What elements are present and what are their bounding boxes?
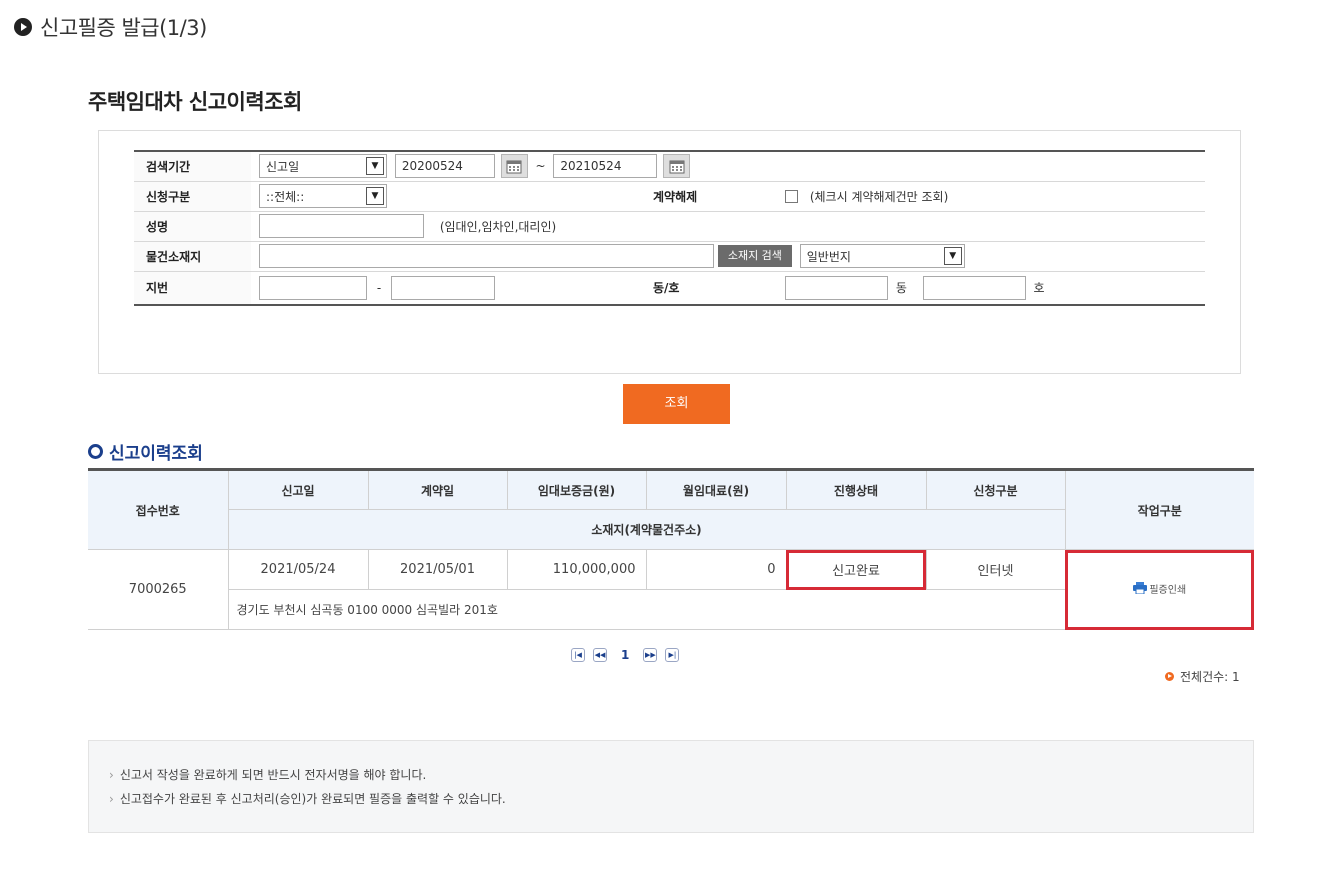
date-type-value: 신고일 xyxy=(266,159,300,174)
search-submit-button[interactable]: 조회 xyxy=(623,384,730,424)
lot-sub-input[interactable] xyxy=(391,275,495,300)
request-type-cell: 인터넷 xyxy=(925,549,1066,590)
request-type-select[interactable]: ::전체:: ▼ xyxy=(259,184,387,208)
lot-main-input[interactable] xyxy=(259,275,367,300)
notice-item: 신고서 작성을 완료하게 되면 반드시 전자서명을 해야 합니다. xyxy=(109,763,1253,787)
name-hint: (임대인,임차인,대리인) xyxy=(439,219,557,234)
report-date-cell: 2021/05/24 xyxy=(227,549,369,590)
receipt-no-header: 접수번호 xyxy=(88,469,229,550)
calendar-icon[interactable] xyxy=(500,154,528,179)
next-page-icon[interactable]: ▶▶ xyxy=(643,648,658,662)
deposit-cell: 110,000,000 xyxy=(506,549,647,590)
page-title: 주택임대차 신고이력조회 xyxy=(88,90,302,114)
date-range-separator: ~ xyxy=(535,159,546,174)
address-type-select[interactable]: 일반번지 ▼ xyxy=(799,244,965,268)
receipt-no-cell: 7000265 xyxy=(88,549,229,630)
name-input[interactable] xyxy=(259,214,424,238)
search-form: 검색기간 신고일 ▼ 20200524 ~ 20210524 신청구분 ::전체… xyxy=(134,150,1205,306)
cancel-only-checkbox[interactable] xyxy=(785,189,798,203)
dong-unit: 동 xyxy=(895,281,907,296)
address-cell: 경기도 부천시 심곡동 0100 0000 심곡빌라 201호 xyxy=(228,589,1065,630)
request-type-label: 신청구분 xyxy=(134,181,251,212)
first-page-icon[interactable]: |◀ xyxy=(571,648,585,662)
results-section-title: 신고이력조회 xyxy=(88,439,203,464)
status-cell: 신고완료 xyxy=(785,549,927,590)
address-type-value: 일반번지 xyxy=(806,249,851,264)
date-to-input[interactable]: 20210524 xyxy=(553,154,658,179)
results-table: 접수번호 신고일 계약일 임대보증금(원) 월임대료(원) 진행상태 신청구분 … xyxy=(88,468,1254,630)
location-search-button[interactable]: 소재지 검색 xyxy=(717,245,792,267)
ho-input[interactable] xyxy=(922,275,1026,300)
print-certificate-label: 필증인쇄 xyxy=(1149,584,1187,596)
notice-item: 신고접수가 완료된 후 신고처리(승인)가 완료되면 필증을 출력할 수 있습니… xyxy=(109,787,1253,811)
results-title-text: 신고이력조회 xyxy=(109,444,203,464)
chevron-down-icon: ▼ xyxy=(943,247,962,265)
notice-box: 신고서 작성을 완료하게 되면 반드시 전자서명을 해야 합니다. 신고접수가 … xyxy=(88,740,1254,833)
period-label: 검색기간 xyxy=(134,151,251,182)
deposit-header: 임대보증금(원) xyxy=(506,469,647,510)
work-type-cell: 필증인쇄 xyxy=(1064,549,1254,630)
step-header: 신고필증 발급(1/3) xyxy=(14,12,207,42)
page-number[interactable]: 1 xyxy=(621,648,629,662)
total-count-text: 전체건수: 1 xyxy=(1180,670,1240,684)
report-date-header: 신고일 xyxy=(227,469,369,510)
lot-label: 지번 xyxy=(134,271,251,306)
monthly-rent-header: 월임대료(원) xyxy=(645,469,787,510)
contract-date-cell: 2021/05/01 xyxy=(367,549,508,590)
step-title: 신고필증 발급(1/3) xyxy=(40,16,207,40)
status-header: 진행상태 xyxy=(785,469,927,510)
ho-unit: 호 xyxy=(1033,281,1045,296)
dong-input[interactable] xyxy=(785,275,888,300)
work-type-header: 작업구분 xyxy=(1064,469,1254,550)
prev-page-icon[interactable]: ◀◀ xyxy=(593,648,607,662)
request-type-value: ::전체:: xyxy=(266,189,305,204)
play-bullet-icon xyxy=(14,18,32,36)
dong-ho-label: 동/호 xyxy=(649,271,777,306)
name-label: 성명 xyxy=(134,211,251,242)
date-from-input[interactable]: 20200524 xyxy=(394,154,495,179)
monthly-rent-cell: 0 xyxy=(645,549,787,590)
date-type-select[interactable]: 신고일 ▼ xyxy=(259,154,387,179)
cancel-label: 계약해제 xyxy=(649,181,777,212)
cancel-checkbox-note: (체크시 계약해제건만 조회) xyxy=(809,189,949,204)
table-row: 7000265 2021/05/24 2021/05/01 110,000,00… xyxy=(88,549,1254,630)
request-type-header: 신청구분 xyxy=(925,469,1066,510)
chevron-down-icon: ▼ xyxy=(366,157,384,176)
arrow-bullet-icon xyxy=(1165,672,1174,681)
last-page-icon[interactable]: ▶| xyxy=(665,648,680,662)
location-input[interactable] xyxy=(259,244,714,268)
printer-icon xyxy=(1133,582,1148,595)
chevron-down-icon: ▼ xyxy=(366,187,384,205)
print-certificate-link[interactable]: 필증인쇄 xyxy=(1133,581,1186,596)
calendar-icon[interactable] xyxy=(663,154,691,179)
pagination: |◀ ◀◀ 1 ▶▶ ▶| xyxy=(567,648,683,662)
contract-date-header: 계약일 xyxy=(367,469,508,510)
location-label: 물건소재지 xyxy=(134,241,251,272)
circle-bullet-icon xyxy=(88,444,103,459)
lot-dash: - xyxy=(376,280,382,295)
total-count: 전체건수: 1 xyxy=(1165,668,1240,685)
address-header: 소재지(계약물건주소) xyxy=(228,509,1065,550)
